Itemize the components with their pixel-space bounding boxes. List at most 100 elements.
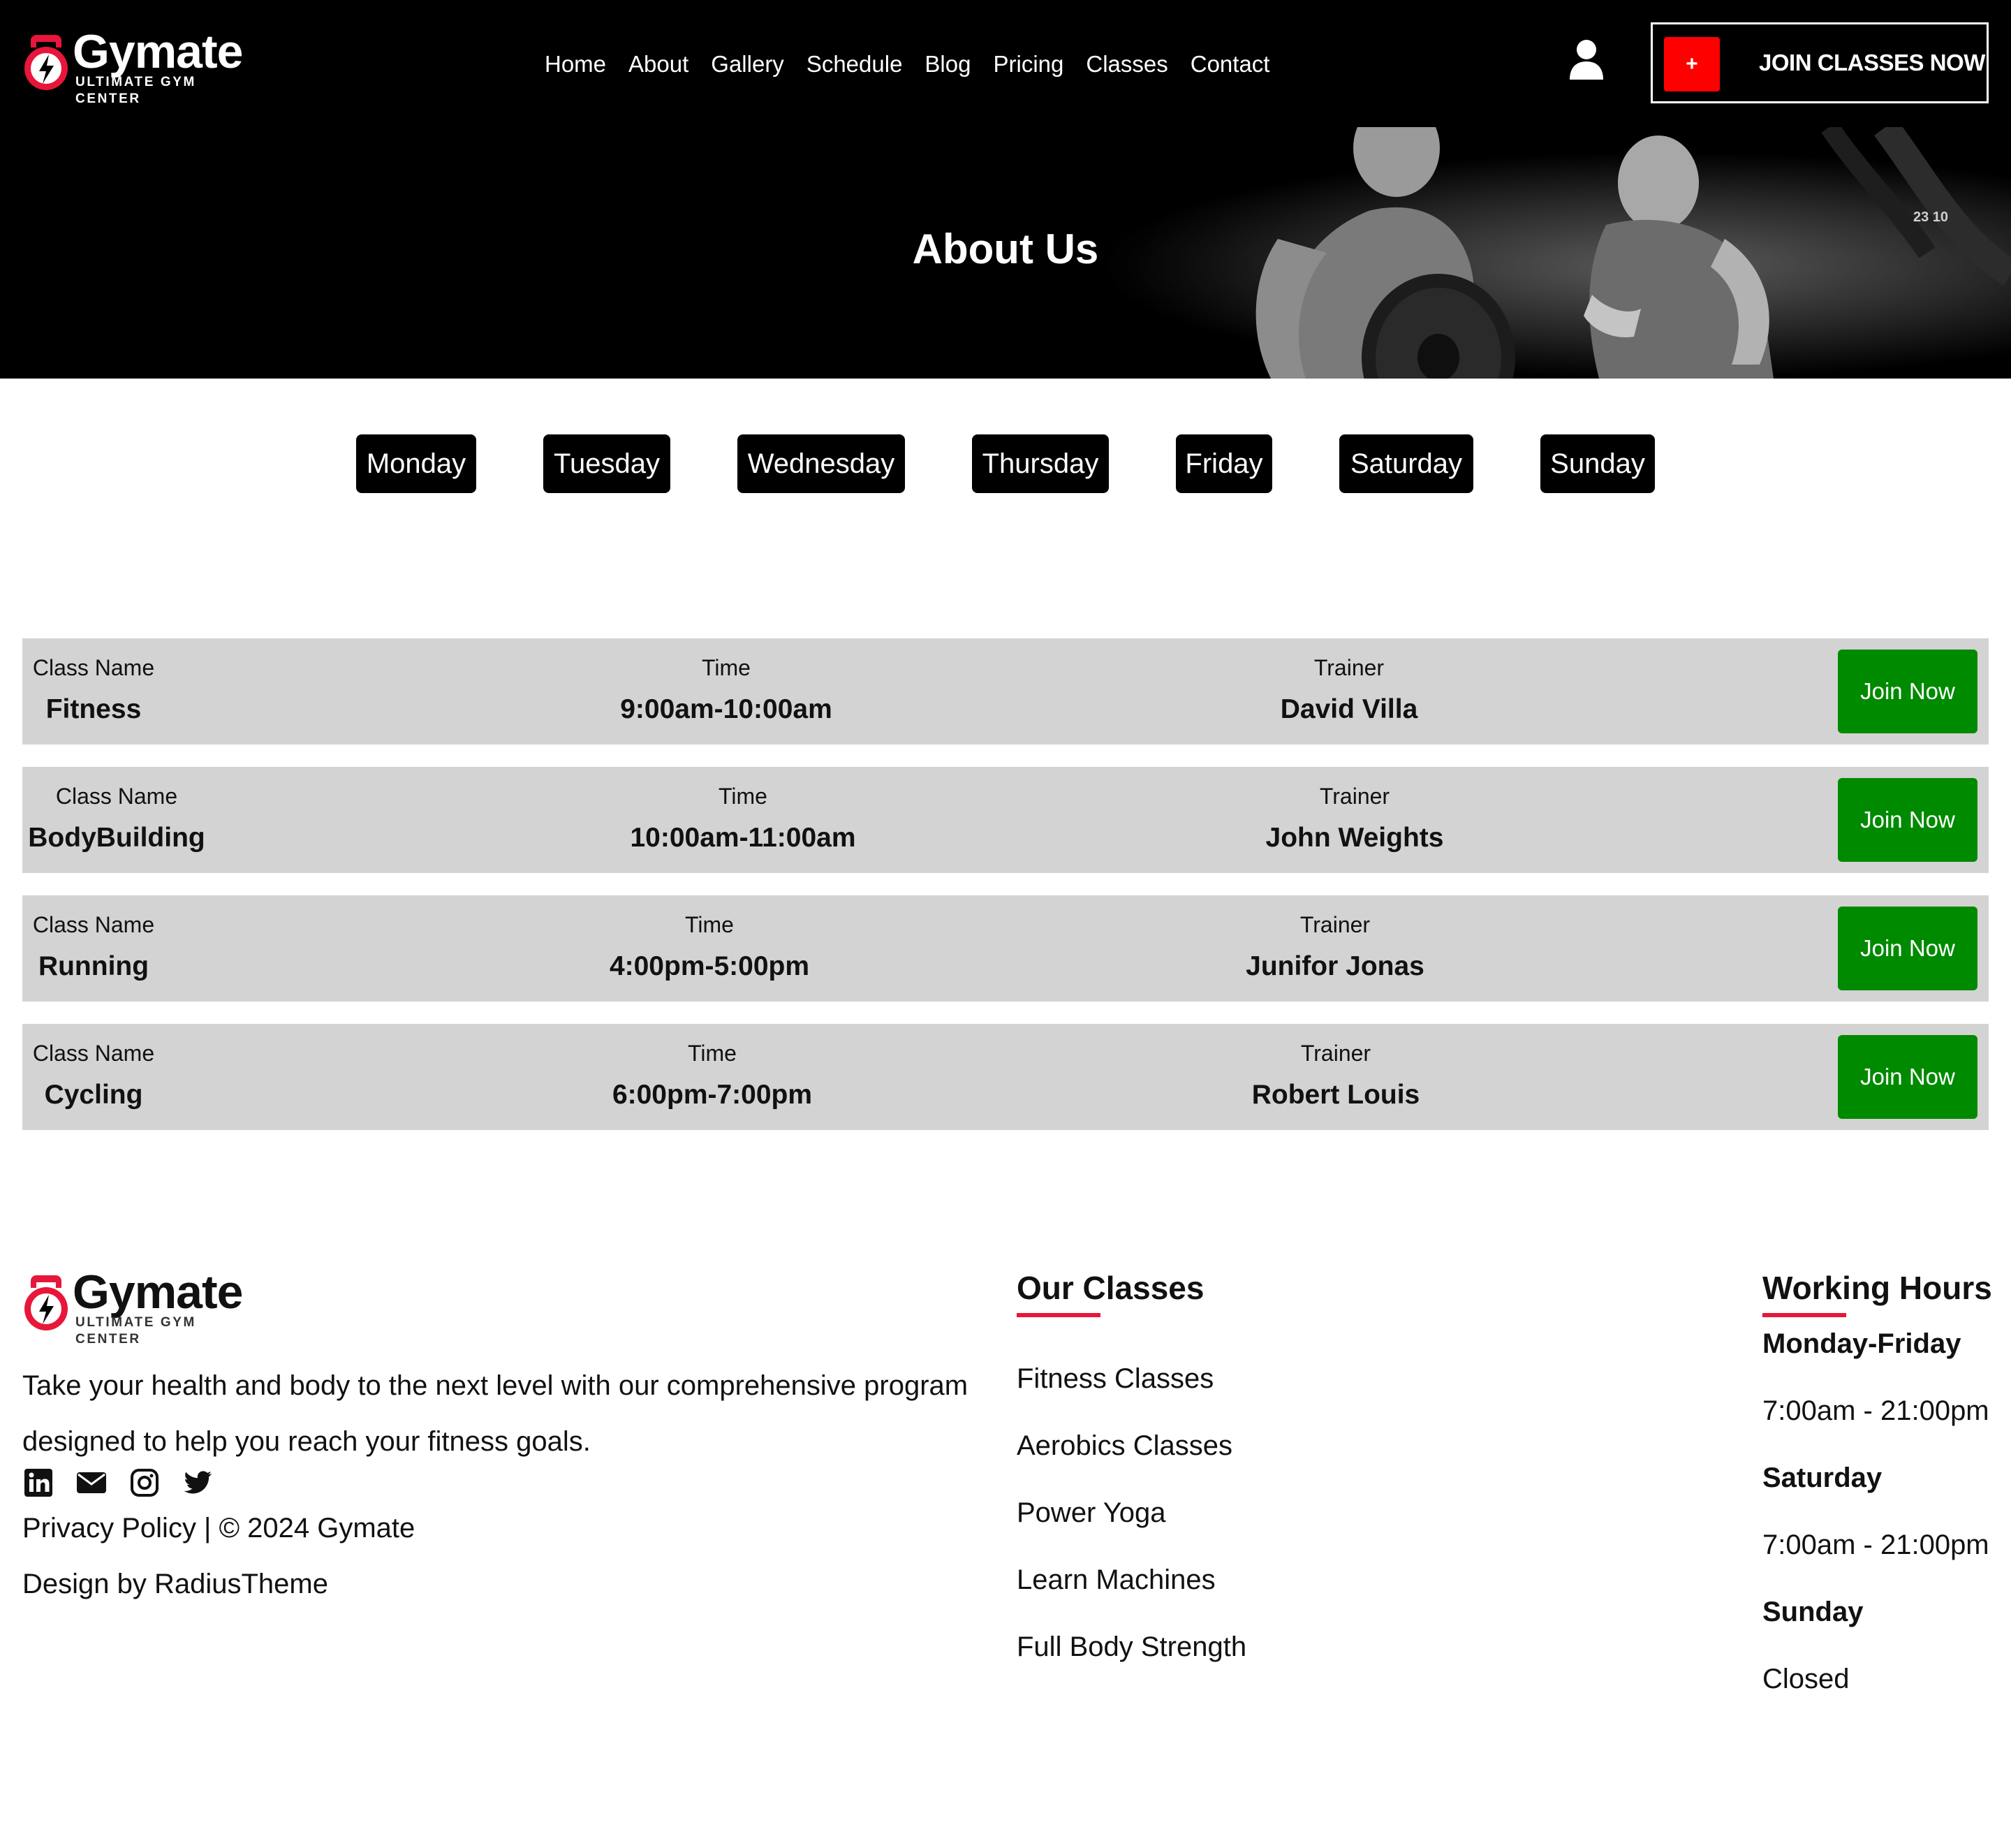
nav-home[interactable]: Home: [545, 46, 606, 82]
schedule-row: Class Name Cycling Time 6:00pm-7:00pm Tr…: [22, 1024, 1989, 1130]
nav-about[interactable]: About: [628, 46, 688, 82]
time-label: Time: [702, 655, 751, 680]
footer-logo[interactable]: Gymate ULTIMATE GYM CENTER: [22, 1266, 260, 1347]
footer-class-link[interactable]: Learn Machines: [1017, 1560, 1246, 1627]
trainer-label: Trainer: [1300, 1041, 1371, 1066]
class-cell: Class Name Cycling: [22, 1024, 165, 1130]
time-cell: Time 4:00pm-5:00pm: [570, 895, 849, 1002]
footer-classes-list: Fitness Classes Aerobics Classes Power Y…: [1017, 1359, 1246, 1694]
class-cell: Class Name BodyBuilding: [22, 767, 211, 873]
nav-contact[interactable]: Contact: [1191, 46, 1270, 82]
tab-sunday[interactable]: Sunday: [1540, 434, 1655, 493]
footer-class-link[interactable]: Fitness Classes: [1017, 1359, 1246, 1426]
trainer-value: Robert Louis: [1251, 1080, 1420, 1110]
hours-day: Saturday: [1762, 1462, 1883, 1493]
time-value: 9:00am-10:00am: [620, 694, 832, 724]
brand-name: Gymate: [73, 1266, 243, 1319]
social-links: [22, 1467, 235, 1499]
class-name-value: Fitness: [45, 694, 142, 724]
hours-day: Sunday: [1762, 1597, 1864, 1627]
class-name-label: Class Name: [32, 1041, 155, 1066]
nav-schedule[interactable]: Schedule: [806, 46, 903, 82]
time-cell: Time 9:00am-10:00am: [570, 638, 883, 745]
kettlebell-logo-icon: [24, 35, 68, 90]
trainer-cell: Trainer David Villa: [1195, 638, 1503, 745]
tab-monday[interactable]: Monday: [356, 434, 476, 493]
day-tabs: Monday Tuesday Wednesday Thursday Friday…: [0, 434, 2011, 493]
brand-tagline: ULTIMATE GYM CENTER: [75, 75, 196, 106]
main-nav: Home About Gallery Schedule Blog Pricing…: [545, 46, 1292, 82]
class-name-value: BodyBuilding: [28, 823, 205, 853]
brand-tagline: ULTIMATE GYM CENTER: [75, 1315, 196, 1347]
join-now-button[interactable]: Join Now: [1838, 907, 1977, 990]
header-logo[interactable]: Gymate ULTIMATE GYM CENTER: [22, 25, 260, 106]
about-line: Take your health and body to the next le…: [22, 1370, 968, 1401]
copyright-text[interactable]: Privacy Policy | © 2024 Gymate: [22, 1509, 415, 1548]
tab-friday[interactable]: Friday: [1176, 434, 1272, 493]
trainer-value: David Villa: [1280, 694, 1418, 724]
class-name-value: Running: [38, 951, 149, 981]
class-cell: Class Name Fitness: [22, 638, 165, 745]
tab-wednesday[interactable]: Wednesday: [737, 434, 905, 493]
class-name-value: Cycling: [44, 1080, 143, 1110]
nav-classes[interactable]: Classes: [1086, 46, 1167, 82]
tab-thursday[interactable]: Thursday: [972, 434, 1109, 493]
time-value: 6:00pm-7:00pm: [612, 1080, 813, 1110]
time-value: 4:00pm-5:00pm: [609, 951, 810, 981]
class-name-label: Class Name: [32, 912, 155, 937]
timer-readout: 23 10: [1913, 210, 1948, 225]
instagram-icon[interactable]: [128, 1467, 161, 1499]
time-value: 10:00am-11:00am: [630, 823, 856, 853]
trainer-value: John Weights: [1265, 823, 1444, 853]
heading-underline: [1762, 1313, 1846, 1317]
join-now-button[interactable]: Join Now: [1838, 650, 1977, 733]
working-hours-list: Monday-Friday 7:00am - 21:00pm Saturday …: [1762, 1324, 2000, 1726]
join-now-button[interactable]: Join Now: [1838, 778, 1977, 862]
trainer-cell: Trainer John Weights: [1193, 767, 1517, 873]
footer-class-link[interactable]: Power Yoga: [1017, 1493, 1246, 1560]
tab-saturday[interactable]: Saturday: [1339, 434, 1473, 493]
hours-time: Closed: [1762, 1664, 1850, 1694]
brand-name: Gymate: [73, 25, 243, 78]
nav-blog[interactable]: Blog: [925, 46, 971, 82]
user-icon[interactable]: [1568, 39, 1605, 80]
our-classes-title: Our Classes: [1017, 1270, 1205, 1306]
trainer-cell: Trainer Junifor Jonas: [1174, 895, 1496, 1002]
class-name-label: Class Name: [32, 655, 155, 680]
nav-pricing[interactable]: Pricing: [993, 46, 1063, 82]
time-cell: Time 10:00am-11:00am: [570, 767, 916, 873]
time-label: Time: [719, 784, 767, 809]
email-icon[interactable]: [75, 1467, 108, 1499]
design-credit[interactable]: Design by RadiusTheme: [22, 1564, 328, 1604]
linkedin-icon[interactable]: [22, 1467, 54, 1499]
join-now-button[interactable]: Join Now: [1838, 1035, 1977, 1119]
schedule-row: Class Name Fitness Time 9:00am-10:00am T…: [22, 638, 1989, 745]
tab-tuesday[interactable]: Tuesday: [543, 434, 670, 493]
schedule-row: Class Name Running Time 4:00pm-5:00pm Tr…: [22, 895, 1989, 1002]
trainer-label: Trainer: [1319, 784, 1390, 809]
hours-time: 7:00am - 21:00pm: [1762, 1395, 1989, 1426]
footer-class-link[interactable]: Full Body Strength: [1017, 1627, 1246, 1694]
page-title: About Us: [912, 226, 1099, 272]
trainer-cell: Trainer Robert Louis: [1181, 1024, 1490, 1130]
join-classes-button[interactable]: + JOIN CLASSES NOW: [1651, 22, 1989, 103]
working-hours-title: Working Hours: [1762, 1270, 1992, 1306]
hours-time: 7:00am - 21:00pm: [1762, 1530, 1989, 1560]
footer-class-link[interactable]: Aerobics Classes: [1017, 1426, 1246, 1493]
plus-icon: +: [1664, 37, 1720, 91]
hero-banner: 23 10 About Us: [0, 127, 2011, 379]
class-name-label: Class Name: [55, 784, 178, 809]
nav-gallery[interactable]: Gallery: [711, 46, 784, 82]
trainer-label: Trainer: [1313, 655, 1385, 680]
twitter-icon[interactable]: [182, 1467, 214, 1499]
heading-underline: [1017, 1313, 1100, 1317]
trainer-label: Trainer: [1299, 912, 1371, 937]
kettlebell-logo-icon: [24, 1275, 68, 1330]
class-cell: Class Name Running: [22, 895, 165, 1002]
working-hours-heading: Working Hours: [1762, 1267, 1992, 1317]
time-cell: Time 6:00pm-7:00pm: [570, 1024, 855, 1130]
our-classes-heading: Our Classes: [1017, 1267, 1205, 1317]
time-label: Time: [688, 1041, 737, 1066]
trainer-value: Junifor Jonas: [1246, 951, 1424, 981]
footer-about-text: Take your health and body to the next le…: [22, 1358, 1000, 1469]
